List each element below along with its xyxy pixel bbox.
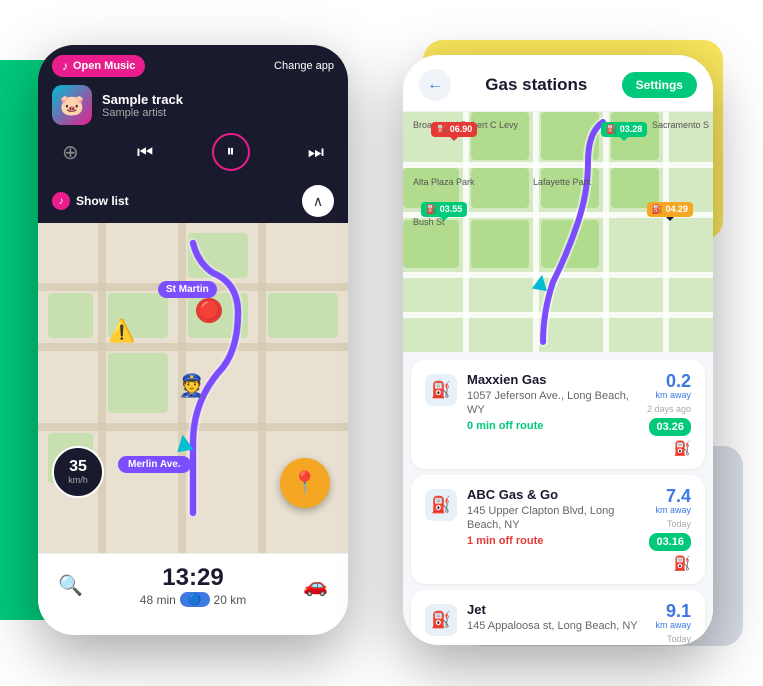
- location-button[interactable]: 📍: [280, 458, 330, 508]
- pause-button[interactable]: ⏸: [212, 133, 250, 171]
- gas-icon-2: ⛽: [425, 489, 457, 521]
- gas-info-3: Jet 145 Appaloosa st, Long Beach, NY: [467, 602, 639, 635]
- gas-distance-1: 0.2 km away: [655, 372, 691, 400]
- search-icon[interactable]: 🔍: [58, 573, 83, 598]
- gas-icon-1: ⛽: [425, 374, 457, 406]
- next-button[interactable]: ⏭: [308, 142, 324, 163]
- show-list-icon: ♪: [52, 192, 70, 210]
- gas-pin-3: ⛽ 03.55: [421, 202, 467, 217]
- prev-button[interactable]: ⏮: [137, 142, 153, 163]
- open-music-button[interactable]: ♪ Open Music: [52, 55, 145, 77]
- gas-when-3: Today: [667, 634, 691, 644]
- gas-name-3: Jet: [467, 602, 639, 617]
- gas-address-1: 1057 Jeferson Ave., Long Beach, WY: [467, 389, 637, 418]
- gas-station-item-1[interactable]: ⛽ Maxxien Gas 1057 Jeferson Ave., Long B…: [411, 360, 705, 469]
- duration-label: 48 min: [140, 593, 176, 607]
- incident-marker: 🔴: [196, 298, 222, 323]
- gas-km-1: 0.2: [655, 372, 691, 390]
- right-phone-content: ← Gas stations Settings: [403, 55, 713, 645]
- gas-right-3: 9.1 km away Today 03.10: [649, 602, 691, 645]
- gas-fuel-icon-2: ⛽: [674, 555, 691, 572]
- track-row: 🐷 Sample track Sample artist: [52, 85, 334, 125]
- gas-right-1: 0.2 km away 2 days ago 03.26 ⛽: [647, 372, 691, 457]
- distance-label: 20 km: [214, 593, 247, 607]
- scene: ♪ Open Music Change app 🐷 Sample track S…: [0, 0, 763, 686]
- gas-when-2: Today: [667, 519, 691, 529]
- track-name: Sample track: [102, 92, 334, 107]
- settings-button[interactable]: Settings: [622, 72, 697, 98]
- gas-route-2: 1 min off route: [467, 535, 639, 547]
- gas-address-3: 145 Appaloosa st, Long Beach, NY: [467, 619, 639, 633]
- map-area-left: St Martin Merlin Ave. ⚠️ 👮 🔴 ▲ 35 km/h 📍: [38, 223, 348, 553]
- gas-km-label-2: km away: [655, 505, 691, 515]
- right-map-arrow: ▲: [526, 264, 557, 299]
- track-avatar: 🐷: [52, 85, 92, 125]
- track-info: Sample track Sample artist: [102, 92, 334, 119]
- right-header: ← Gas stations Settings: [403, 55, 713, 112]
- gas-distance-2: 7.4 km away: [655, 487, 691, 515]
- gas-pin-2: ⛽ 03.28: [601, 122, 647, 137]
- gas-price-1: 03.26: [649, 418, 691, 436]
- speed-badge: 35 km/h: [52, 446, 104, 498]
- warning-marker: ⚠️: [108, 318, 135, 344]
- open-music-label: Open Music: [73, 60, 135, 72]
- gas-when-1: 2 days ago: [647, 404, 691, 414]
- time-value: 13:29: [83, 564, 303, 592]
- bottom-nav-left: 🔍 13:29 48 min 🔵 20 km 🚗: [38, 553, 348, 617]
- time-sub: 48 min 🔵 20 km: [83, 592, 303, 607]
- speed-number: 35: [69, 459, 87, 475]
- gas-icon-3: ⛽: [425, 604, 457, 636]
- music-note-icon: ♪: [62, 59, 68, 73]
- back-button[interactable]: ←: [419, 69, 451, 101]
- show-list-label: Show list: [76, 194, 129, 208]
- police-marker: 👮: [178, 373, 205, 399]
- speed-unit: km/h: [68, 475, 88, 485]
- time-display: 13:29 48 min 🔵 20 km: [83, 564, 303, 607]
- gas-km-3: 9.1: [655, 602, 691, 620]
- gas-km-2: 7.4: [655, 487, 691, 505]
- gas-price-2: 03.16: [649, 533, 691, 551]
- st-martin-label: St Martin: [158, 281, 217, 298]
- track-emoji: 🐷: [60, 93, 85, 118]
- right-phone: ← Gas stations Settings: [403, 55, 713, 645]
- change-app-button[interactable]: Change app: [274, 60, 334, 72]
- track-artist: Sample artist: [102, 107, 334, 119]
- gas-station-item-2[interactable]: ⛽ ABC Gas & Go 145 Upper Clapton Blvd, L…: [411, 475, 705, 584]
- chevron-up-button[interactable]: ∧: [302, 185, 334, 217]
- show-list-button[interactable]: ♪ Show list: [52, 192, 129, 210]
- nav-arrow: ▲: [167, 424, 200, 460]
- sacramento-label: Sacramento S: [652, 120, 709, 130]
- back-icon: ←: [427, 76, 443, 94]
- add-button[interactable]: ⊕: [62, 140, 79, 165]
- gas-route-1: 0 min off route: [467, 420, 637, 432]
- gas-address-2: 145 Upper Clapton Blvd, Long Beach, NY: [467, 504, 639, 533]
- gas-km-label-1: km away: [655, 390, 691, 400]
- gas-fuel-icon-1: ⛽: [674, 440, 691, 457]
- gas-stations-title: Gas stations: [485, 75, 587, 95]
- gas-km-label-3: km away: [655, 620, 691, 630]
- alta-plaza-label: Alta Plaza Park: [413, 177, 475, 187]
- music-bar: ♪ Open Music Change app 🐷 Sample track S…: [38, 45, 348, 179]
- gas-pin-4: ⛽ 04.29: [647, 202, 693, 217]
- map-area-right: Broadway / Robert C Levy Alta Plaza Park…: [403, 112, 713, 352]
- gas-station-item-3[interactable]: ⛽ Jet 145 Appaloosa st, Long Beach, NY 9…: [411, 590, 705, 645]
- gas-distance-3: 9.1 km away: [655, 602, 691, 630]
- gas-right-2: 7.4 km away Today 03.16 ⛽: [649, 487, 691, 572]
- gas-name-1: Maxxien Gas: [467, 372, 637, 387]
- car-icon[interactable]: 🚗: [303, 573, 328, 598]
- gas-pin-1: ⛽ 06.90: [431, 122, 477, 137]
- show-list-bar: ♪ Show list ∧: [38, 179, 348, 223]
- right-route-svg: [403, 112, 713, 352]
- gas-info-2: ABC Gas & Go 145 Upper Clapton Blvd, Lon…: [467, 487, 639, 547]
- gas-name-2: ABC Gas & Go: [467, 487, 639, 502]
- controls-row: ⊕ ⏮ ⏸ ⏭: [52, 133, 334, 171]
- route-badge: 🔵: [180, 592, 210, 607]
- lafayette-label: Lafayette Park: [533, 177, 591, 187]
- left-phone: ♪ Open Music Change app 🐷 Sample track S…: [38, 45, 348, 635]
- gas-info-1: Maxxien Gas 1057 Jeferson Ave., Long Bea…: [467, 372, 637, 432]
- gas-station-list: ⛽ Maxxien Gas 1057 Jeferson Ave., Long B…: [403, 352, 713, 645]
